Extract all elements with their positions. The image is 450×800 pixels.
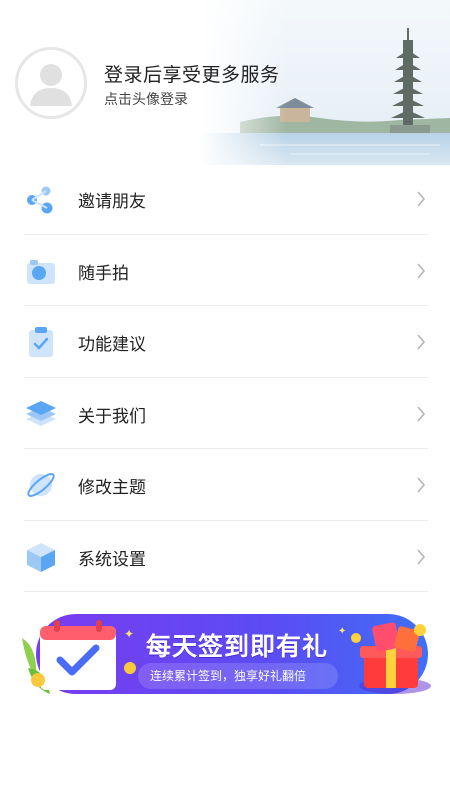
- menu-item-label: 功能建议: [78, 335, 146, 355]
- camera-icon: [27, 259, 55, 284]
- settings-menu: 邀请朋友 随手拍 功能建议 关于我们 修改主题 系统设置: [0, 163, 450, 592]
- login-title: 登录后享受更多服务: [104, 64, 280, 86]
- planet-icon: [27, 473, 55, 497]
- menu-item-label: 修改主题: [78, 478, 146, 498]
- layers-icon: [26, 400, 56, 426]
- cube-icon: [27, 542, 55, 572]
- menu-item-snapshot[interactable]: 随手拍: [0, 235, 450, 307]
- banner-subtitle: 连续累计签到，独享好礼翻倍: [150, 669, 307, 683]
- menu-item-invite-friends[interactable]: 邀请朋友: [0, 163, 450, 235]
- menu-item-about-us[interactable]: 关于我们: [0, 378, 450, 450]
- default-avatar-icon: [18, 50, 84, 116]
- daily-checkin-banner[interactable]: ✦ ✦ 每天签到即有礼 连续累计签到，独享好礼翻倍: [20, 608, 432, 704]
- banner-title: 每天签到即有礼: [146, 632, 329, 661]
- menu-item-label: 随手拍: [78, 263, 129, 284]
- chevron-right-icon: [417, 477, 426, 493]
- profile-header: 登录后享受更多服务 点击头像登录: [0, 0, 450, 165]
- share-icon: [27, 186, 53, 214]
- chevron-right-icon: [417, 191, 426, 207]
- chevron-right-icon: [417, 334, 426, 350]
- avatar[interactable]: [15, 47, 87, 119]
- menu-item-system-settings[interactable]: 系统设置: [0, 521, 450, 593]
- svg-text:✦: ✦: [338, 626, 346, 637]
- chevron-right-icon: [417, 262, 426, 279]
- menu-item-label: 关于我们: [78, 406, 146, 427]
- menu-item-feedback[interactable]: 功能建议: [0, 306, 450, 378]
- chevron-right-icon: [417, 405, 426, 422]
- svg-text:✦: ✦: [124, 627, 134, 641]
- menu-item-label: 邀请朋友: [78, 192, 146, 212]
- menu-item-change-theme[interactable]: 修改主题: [0, 449, 450, 521]
- menu-item-label: 系统设置: [78, 549, 146, 570]
- login-subtitle[interactable]: 点击头像登录: [104, 89, 188, 109]
- clipboard-check-icon: [29, 327, 53, 357]
- chevron-right-icon: [417, 548, 426, 565]
